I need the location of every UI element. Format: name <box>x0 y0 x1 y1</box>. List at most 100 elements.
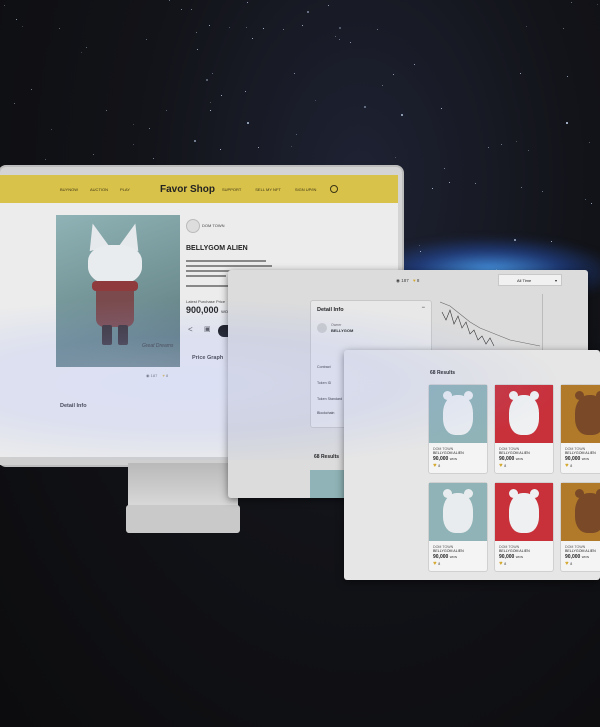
star <box>196 32 197 33</box>
site-logo[interactable]: Favor Shop <box>160 184 215 195</box>
eye-icon: ◉ <box>146 373 150 378</box>
star <box>246 27 247 28</box>
heart-icon[interactable]: ♥ 8 <box>565 463 572 469</box>
nav-item-signup[interactable]: SIGN UP/IN <box>295 187 317 192</box>
star <box>258 147 259 148</box>
heart-icon[interactable]: ♥ 8 <box>499 463 506 469</box>
owner-name[interactable]: DOM TOWN <box>202 223 225 228</box>
star <box>571 2 572 3</box>
star <box>106 110 107 111</box>
star <box>382 85 383 86</box>
row-blockchain: Blockchain <box>317 411 335 415</box>
heart-icon[interactable]: ♥ 8 <box>433 463 440 469</box>
card-price-unit: WON <box>515 555 524 559</box>
heart-icon[interactable]: ♥ 8 <box>433 561 440 567</box>
card-price-unit: WON <box>581 457 590 461</box>
heart-icon[interactable]: ♥ 8 <box>499 561 506 567</box>
star <box>210 110 211 111</box>
star <box>567 76 568 77</box>
lock-icon[interactable]: ▣ <box>204 325 211 333</box>
star <box>364 106 366 108</box>
star <box>4 5 5 6</box>
star <box>93 154 94 155</box>
star <box>191 9 192 10</box>
star <box>59 28 60 29</box>
price-label: Latest Purchase Price <box>186 299 226 304</box>
star <box>315 100 316 101</box>
likes-count: 8 <box>165 373 169 378</box>
views-count: 187 <box>401 278 409 283</box>
star <box>146 39 147 40</box>
chart-filter-select[interactable]: All Time ▾ <box>498 274 562 286</box>
nav-item-support[interactable]: SUPPORT <box>222 187 241 192</box>
product-image <box>495 483 553 541</box>
price-candles <box>441 309 495 347</box>
nav-item-sell[interactable]: SELL MY NFT <box>255 187 281 192</box>
product-card[interactable]: DOM TOWN BELLYGOM ALIEN 90,000 WON ♥ 8 <box>428 384 488 474</box>
card-price-amount: 90,000 <box>499 456 515 462</box>
card-likes: 8 <box>570 562 573 566</box>
heart-icon[interactable]: ♥ <box>413 278 416 283</box>
card-price-amount: 90,000 <box>433 554 449 560</box>
star <box>31 89 32 90</box>
card-title: BELLYGOM ALIEN <box>499 451 530 455</box>
product-card[interactable]: DOM TOWN BELLYGOM ALIEN 90,000 WON ♥ 8 <box>494 384 554 474</box>
star <box>166 110 167 111</box>
chevron-down-icon: ▾ <box>554 278 557 283</box>
star <box>516 141 517 142</box>
star <box>441 108 442 109</box>
star <box>528 150 529 151</box>
views-count: 187 <box>150 373 158 378</box>
star <box>444 168 445 169</box>
card-price: 90,000 WON <box>565 456 589 462</box>
nav-item-play[interactable]: PLAY <box>120 187 130 192</box>
product-image <box>561 483 600 541</box>
star <box>520 73 521 74</box>
card-price: 90,000 WON <box>499 456 523 462</box>
results-heading: 68 Results <box>430 370 456 376</box>
star <box>395 157 396 158</box>
product-card[interactable]: DOM TOWN BELLYGOM ALIEN 90,000 WON ♥ 8 <box>560 482 600 572</box>
star <box>377 29 378 30</box>
nft-artwork[interactable]: Great Dreams <box>56 215 180 367</box>
row-token-standard: Token Standard <box>317 397 343 401</box>
card-likes: 8 <box>504 562 507 566</box>
product-card[interactable]: DOM TOWN BELLYGOM ALIEN 90,000 WON ♥ 8 <box>494 482 554 572</box>
nav-item-buynow[interactable]: BUYNOW <box>60 187 78 192</box>
share-icon[interactable]: < <box>188 325 193 334</box>
fox-leg <box>118 325 128 345</box>
result-thumb[interactable] <box>310 470 344 498</box>
card-title: BELLYGOM ALIEN <box>433 451 464 455</box>
star <box>209 25 210 26</box>
star <box>432 188 433 189</box>
heart-icon[interactable]: ♥ <box>162 373 164 378</box>
product-card[interactable]: DOM TOWN BELLYGOM ALIEN 90,000 WON ♥ 8 <box>560 384 600 474</box>
star <box>206 79 208 81</box>
card-price: 90,000 WON <box>433 456 457 462</box>
nav-item-auction[interactable]: AUCTION <box>90 187 108 192</box>
owner-avatar[interactable] <box>317 323 327 333</box>
card-price-amount: 90,000 <box>499 554 515 560</box>
price-line <box>440 301 541 347</box>
collapse-icon[interactable]: − <box>421 305 425 311</box>
card-title: BELLYGOM ALIEN <box>433 549 464 553</box>
card-title: BELLYGOM ALIEN <box>499 549 530 553</box>
product-image <box>495 385 553 443</box>
bear-figure <box>575 493 600 533</box>
owner-name[interactable]: BELLYGOM <box>331 328 353 333</box>
product-card[interactable]: DOM TOWN BELLYGOM ALIEN 90,000 WON ♥ 8 <box>428 482 488 572</box>
product-image <box>429 385 487 443</box>
avatar[interactable] <box>186 219 200 233</box>
bear-figure <box>443 395 473 435</box>
monitor-foot <box>126 505 240 533</box>
bear-figure <box>509 493 539 533</box>
star <box>328 5 329 6</box>
star <box>501 144 502 145</box>
star <box>221 95 222 96</box>
user-icon[interactable] <box>330 185 339 193</box>
fox-scarf <box>92 281 138 291</box>
star <box>220 149 221 150</box>
price-value: 900,000 WON <box>186 305 231 315</box>
star <box>45 159 46 160</box>
heart-icon[interactable]: ♥ 8 <box>565 561 572 567</box>
